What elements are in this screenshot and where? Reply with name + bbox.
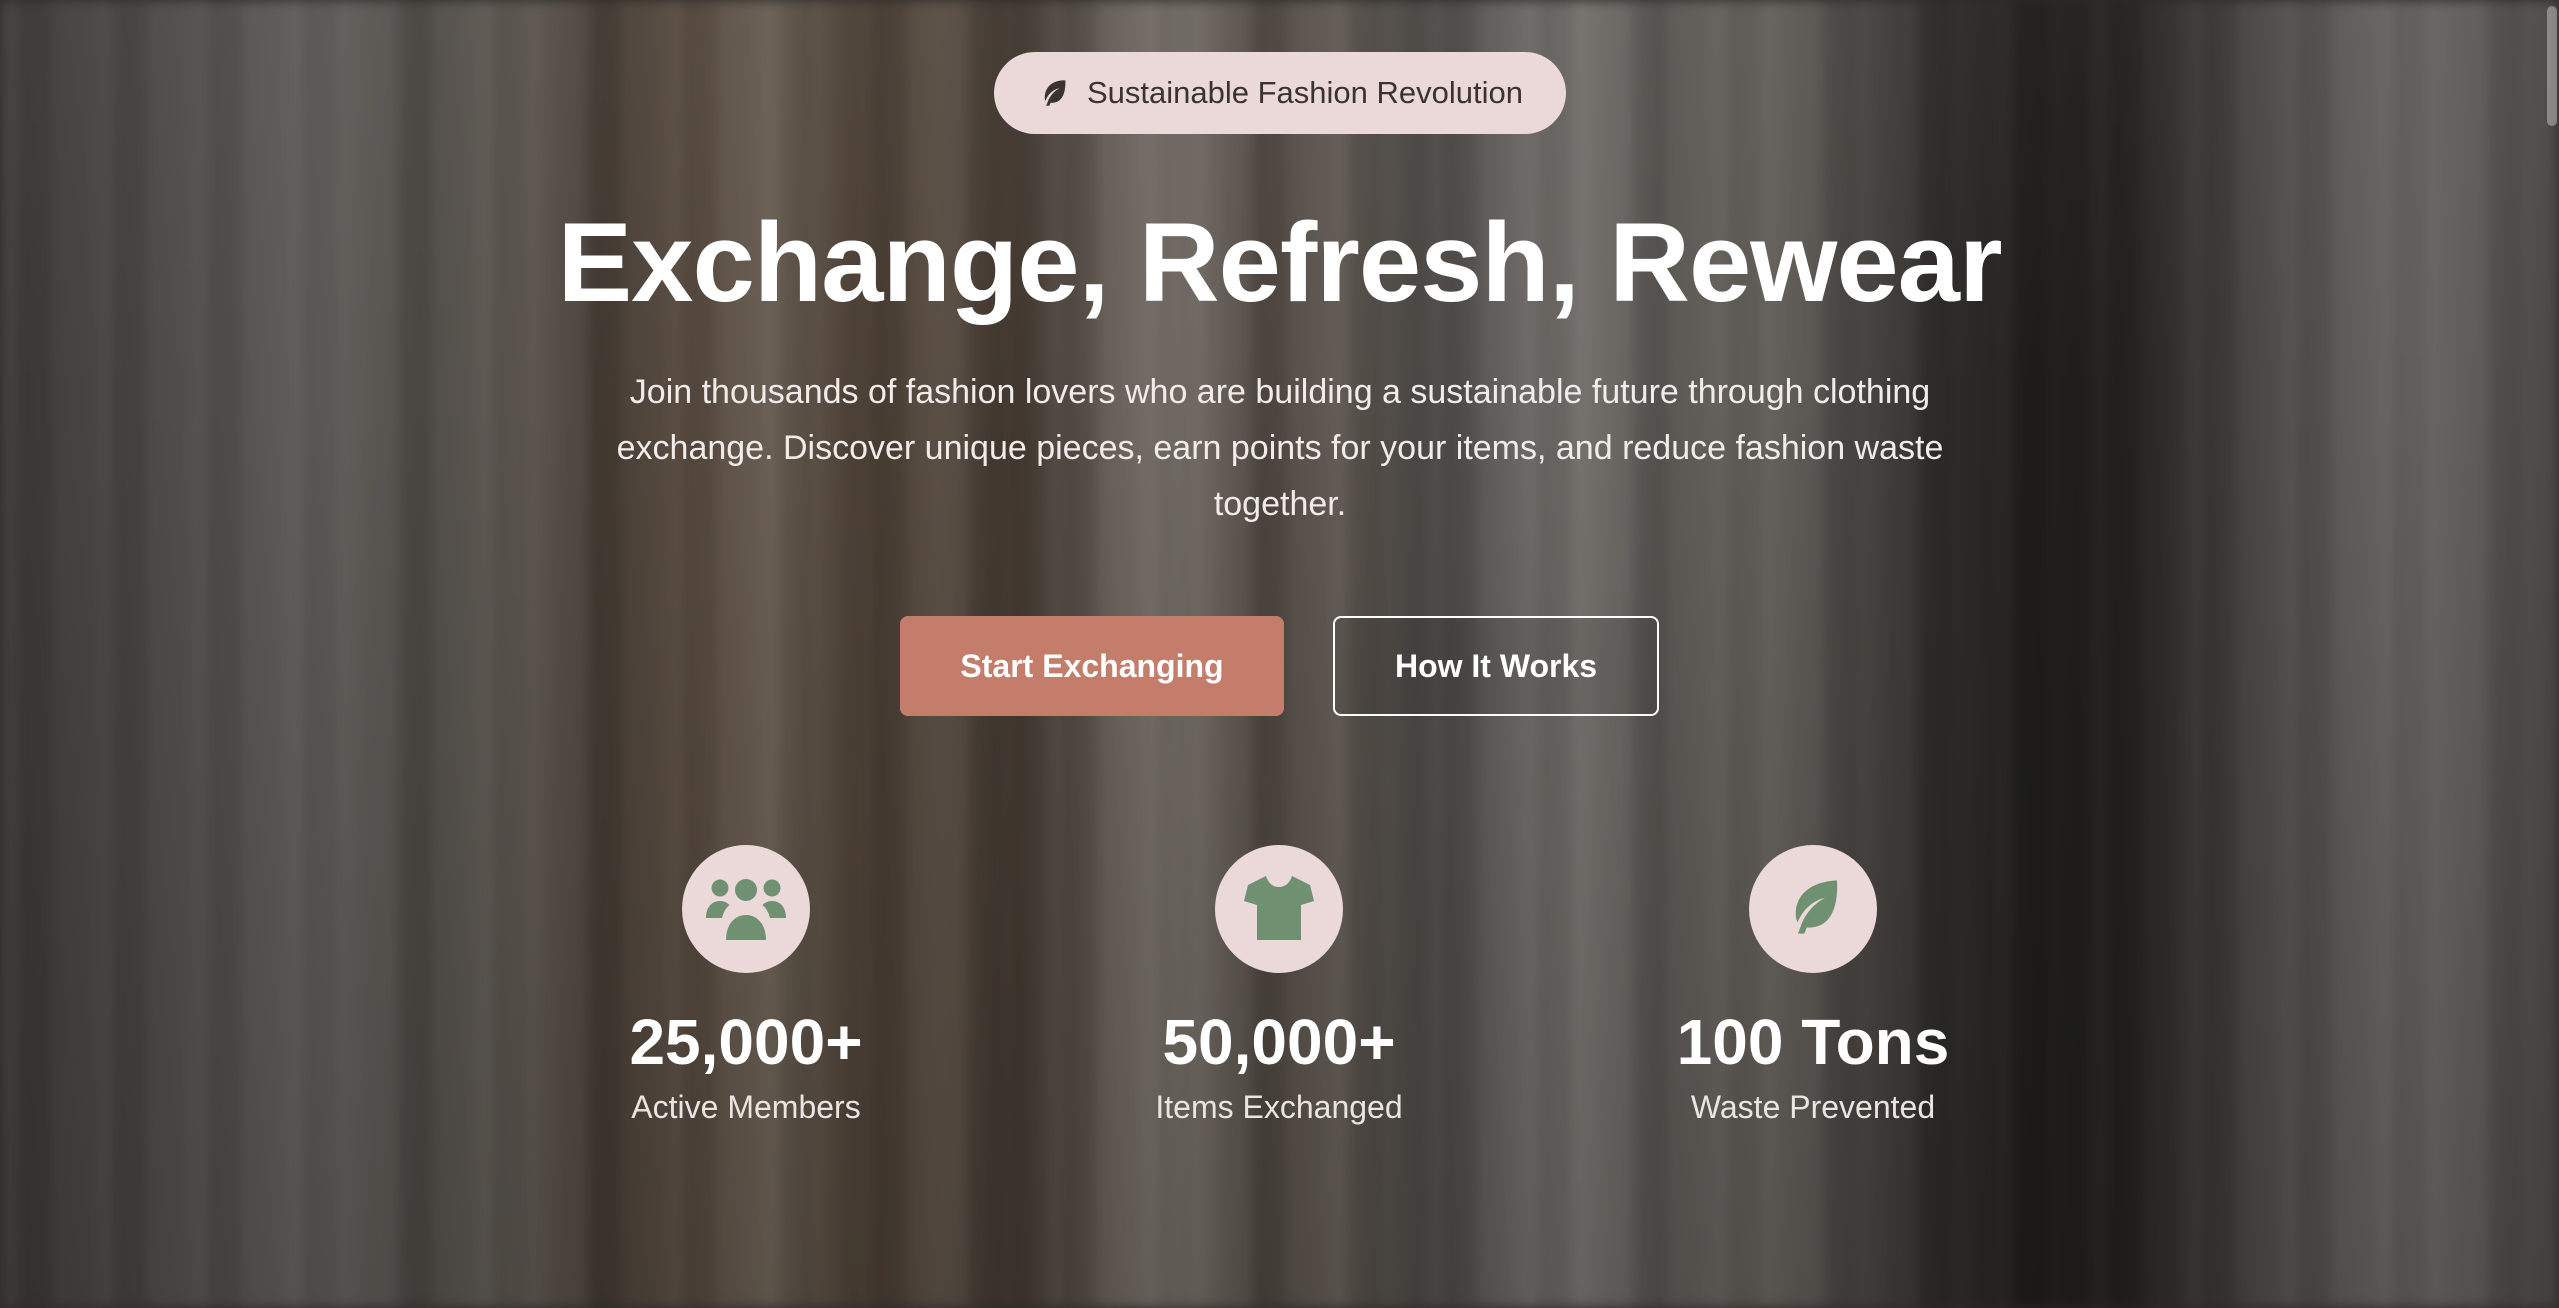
how-it-works-button[interactable]: How It Works	[1333, 616, 1659, 716]
hero-subtitle: Join thousands of fashion lovers who are…	[616, 373, 1944, 523]
stat-label: Waste Prevented	[1690, 1089, 1936, 1125]
hero-section: Sustainable Fashion Revolution Exchange,…	[0, 0, 2559, 1308]
leaf-icon	[1037, 76, 1071, 110]
stat-label: Items Exchanged	[1155, 1089, 1403, 1125]
stat-active-members: 25,000+ Active Members	[546, 845, 946, 1127]
stat-value: 100 Tons	[1676, 1006, 1950, 1078]
hero-content: Sustainable Fashion Revolution Exchange,…	[0, 0, 2559, 1308]
stat-value: 50,000+	[1162, 1006, 1396, 1078]
hero-badge: Sustainable Fashion Revolution	[994, 52, 1566, 134]
stat-label: Active Members	[631, 1089, 861, 1125]
stat-icon-circle	[1215, 845, 1343, 973]
stat-value: 25,000+	[629, 1006, 863, 1078]
stat-icon-circle	[682, 845, 810, 973]
badge-label: Sustainable Fashion Revolution	[1087, 75, 1523, 110]
stat-icon-circle	[1749, 845, 1877, 973]
shirt-icon	[1244, 874, 1314, 945]
stat-items-exchanged: 50,000+ Items Exchanged	[1079, 845, 1479, 1127]
start-exchanging-button[interactable]: Start Exchanging	[900, 616, 1284, 716]
leaf-icon	[1778, 875, 1848, 944]
page-title: Exchange, Refresh, Rewear	[557, 200, 2002, 325]
stat-waste-prevented: 100 Tons Waste Prevented	[1613, 845, 2013, 1127]
users-icon	[706, 874, 786, 945]
